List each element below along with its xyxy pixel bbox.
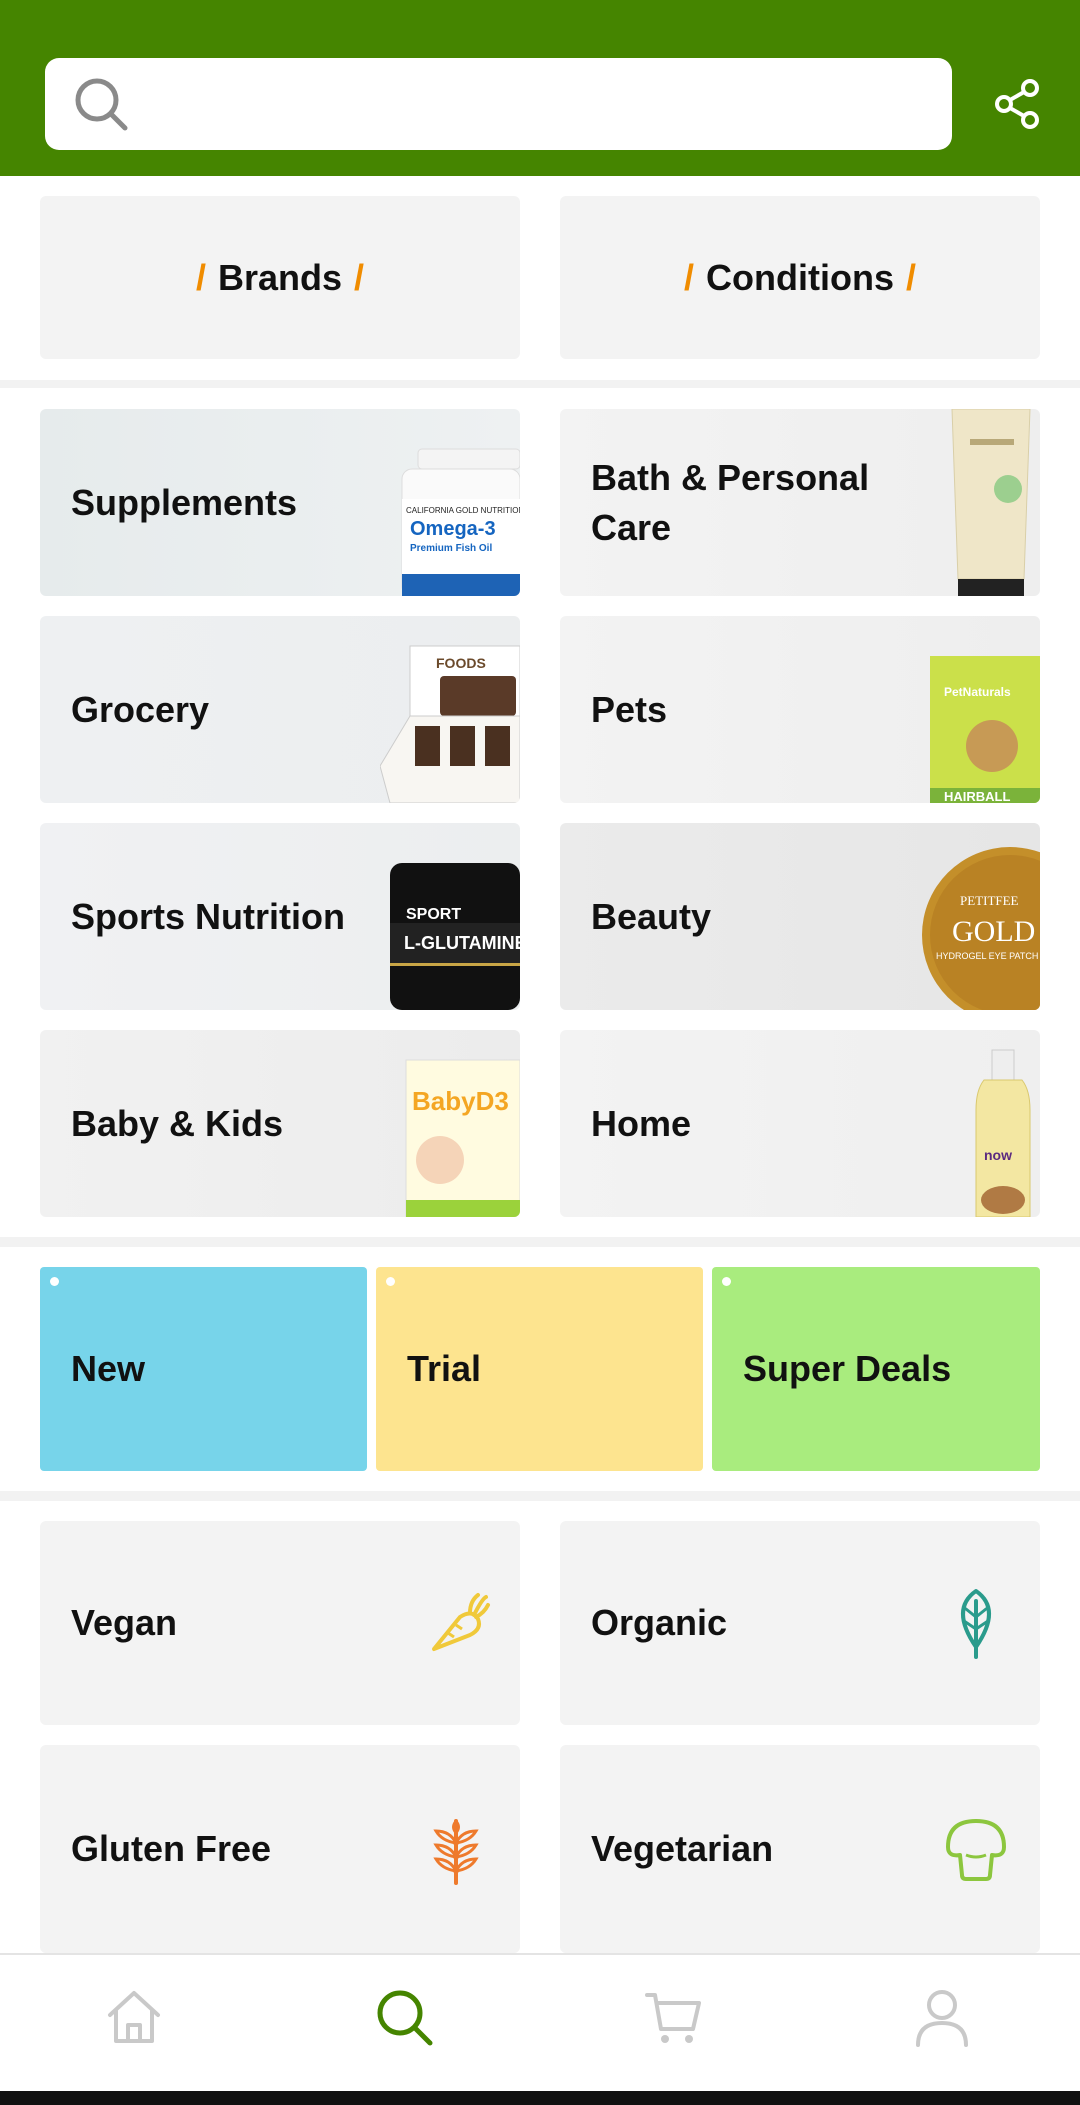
promo-trial[interactable]: Trial [376,1267,703,1471]
search-icon [75,78,128,131]
hand-cream-image [951,409,1031,596]
eye-patch-jar-image: PETITFEE GOLD HYDROGEL EYE PATCH [922,847,1040,1010]
category-pets[interactable]: Pets PetNaturals HAIRBALL [560,616,1040,803]
diet-gluten-free[interactable]: Gluten Free [40,1745,520,1953]
promo-new[interactable]: New [40,1267,367,1471]
dot-decoration [722,1277,731,1286]
category-grocery[interactable]: Grocery FOODS [40,616,520,803]
diet-label: Organic [591,1602,728,1643]
svg-text:Omega-3: Omega-3 [410,518,496,540]
svg-text:GOLD: GOLD [952,915,1035,948]
category-bath-personal-care[interactable]: Bath & Personal Care [560,409,1040,596]
share-icon[interactable] [992,78,1044,130]
svg-text:CALIFORNIA GOLD NUTRITION: CALIFORNIA GOLD NUTRITION [406,506,520,515]
app-header [0,0,1080,176]
svg-text:FOODS: FOODS [436,655,486,671]
svg-text:HYDROGEL EYE PATCH: HYDROGEL EYE PATCH [936,951,1038,961]
dot-decoration [50,1277,59,1286]
category-label: Sports Nutrition [71,895,345,937]
diet-label: Gluten Free [71,1828,272,1869]
category-baby-kids[interactable]: Baby & Kids BabyD3 [40,1030,520,1217]
slash-decoration: / [195,256,206,298]
baby-vitamin-box-image: BabyD3 [405,1059,520,1217]
brands-label: Brands [217,256,343,298]
slash-decoration: / [684,256,695,298]
oil-bottle-image: now [975,1049,1031,1217]
category-sports-nutrition[interactable]: Sports Nutrition SPORT L-GLUTAMINE [40,823,520,1010]
slash-decoration: / [905,256,916,298]
category-label: Pets [591,688,668,730]
account-icon[interactable] [910,1985,974,2049]
conditions-label: Conditions [706,256,894,298]
svg-text:PetNaturals: PetNaturals [944,685,1011,699]
svg-text:PETITFEE: PETITFEE [960,893,1019,908]
svg-text:Premium Fish Oil: Premium Fish Oil [410,543,492,554]
svg-text:now: now [984,1147,1012,1163]
diet-vegetarian[interactable]: Vegetarian [560,1745,1040,1953]
category-label: Supplements [71,481,298,523]
svg-text:SPORT: SPORT [406,906,461,923]
search-input[interactable] [45,58,952,150]
l-glutamine-jar-image: SPORT L-GLUTAMINE [390,863,520,1010]
leaf-icon [961,1589,991,1659]
section-divider [0,380,1080,388]
supplement-bottle-image: CALIFORNIA GOLD NUTRITION Omega-3 Premiu… [401,448,520,596]
category-beauty[interactable]: Beauty PETITFEE GOLD HYDROGEL EYE PATCH [560,823,1040,1010]
category-label: Baby & Kids [71,1102,284,1144]
diet-label: Vegan [71,1602,178,1643]
dot-decoration [386,1277,395,1286]
carrot-icon [432,1593,490,1651]
conditions-button[interactable]: / Conditions / [560,196,1040,359]
promo-label: Super Deals [743,1348,952,1389]
bottom-navigation [0,1953,1080,2091]
slash-decoration: / [354,256,365,298]
svg-text:HAIRBALL: HAIRBALL [944,789,1010,803]
diet-organic[interactable]: Organic [560,1521,1040,1725]
home-icon[interactable] [102,1985,166,2049]
section-divider [0,1237,1080,1247]
system-gesture-bar [0,2091,1080,2105]
category-home[interactable]: Home now [560,1030,1040,1217]
category-label: Grocery [71,688,210,730]
diet-vegan[interactable]: Vegan [40,1521,520,1725]
search-icon[interactable] [372,1985,436,2049]
cart-icon[interactable] [641,1985,705,2049]
promo-super-deals[interactable]: Super Deals [712,1267,1040,1471]
svg-text:L-GLUTAMINE: L-GLUTAMINE [404,933,520,953]
promo-label: New [71,1348,146,1389]
pet-supplement-image: PetNaturals HAIRBALL [930,656,1040,803]
promo-label: Trial [407,1348,482,1389]
category-label: Beauty [591,895,712,937]
section-divider [0,1491,1080,1501]
category-label: Bath & Personal Care [591,456,870,548]
mushroom-icon [946,1819,1006,1881]
wheat-icon [433,1819,479,1885]
svg-text:BabyD3: BabyD3 [412,1086,509,1116]
brownie-box-image: FOODS [380,645,520,803]
category-label: Home [591,1102,692,1144]
brands-button[interactable]: / Brands / [40,196,520,359]
diet-label: Vegetarian [591,1828,774,1869]
category-supplements[interactable]: Supplements CALIFORNIA GOLD NUTRITION Om… [40,409,520,596]
